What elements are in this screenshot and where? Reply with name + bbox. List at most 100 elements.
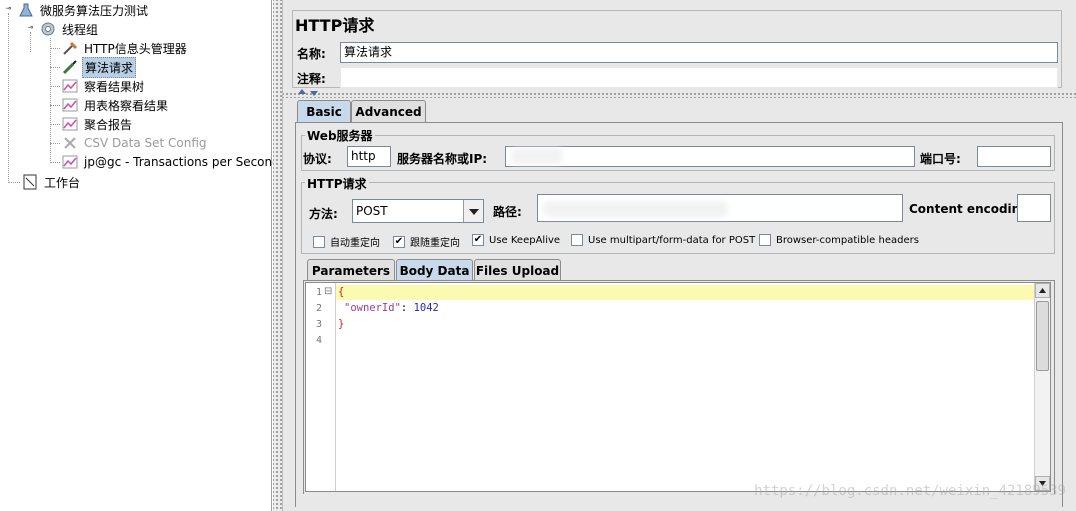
server-field[interactable]	[505, 146, 915, 167]
tree-connector	[50, 124, 60, 125]
collapse-down-icon[interactable]	[310, 91, 318, 96]
encoding-field[interactable]	[1017, 194, 1051, 222]
line-number: 3	[316, 319, 323, 330]
tree-connector	[50, 86, 60, 87]
checkbox-label: Use KeepAlive	[489, 234, 561, 246]
http-request-title: HTTP请求	[305, 175, 369, 192]
port-field[interactable]	[977, 146, 1051, 167]
checkbox-label: 跟随重定向	[410, 238, 460, 249]
body-data-editor[interactable]: 1 ⊟ 2 3 4 { "ownerId": 1042 }	[305, 282, 1051, 492]
name-label: 名称:	[297, 47, 326, 61]
checkbox-label: Use multipart/form-data for POST	[588, 234, 756, 246]
redacted-blur	[543, 201, 728, 217]
browser-headers-checkbox[interactable]: Browser-compatible headers	[759, 234, 919, 246]
tree-node-csv-config[interactable]: CSV Data Set Config	[62, 134, 209, 152]
json-key: "ownerId"	[344, 302, 401, 314]
follow-redirect-checkbox[interactable]: ✔ 跟随重定向	[393, 234, 460, 249]
tree-node-header-manager[interactable]: HTTP信息头管理器	[62, 39, 189, 57]
split-pane-divider[interactable]	[273, 0, 282, 511]
tree-connector	[50, 67, 60, 68]
redacted-blur	[511, 148, 563, 164]
line-number: 2	[316, 303, 323, 314]
name-field[interactable]: 算法请求	[340, 42, 1058, 63]
tree-connector	[50, 48, 60, 49]
tab-basic[interactable]: Basic	[297, 100, 351, 122]
tree-node-view-results-tree[interactable]: 察看结果树	[62, 77, 146, 95]
code-brace: }	[338, 318, 345, 330]
tree-node-workbench[interactable]: 工作台	[22, 173, 82, 191]
graph-listener-icon	[62, 78, 78, 94]
tree-connector	[8, 13, 9, 183]
tree-connector	[30, 32, 31, 52]
checkbox-box	[759, 234, 771, 246]
vertical-scrollbar[interactable]	[1034, 283, 1050, 491]
method-dropdown[interactable]: POST	[352, 199, 484, 223]
tree-node-http-sampler[interactable]: 算法请求	[62, 56, 137, 78]
graph-listener-icon	[62, 154, 78, 170]
tree-node-label: 用表格察看结果	[84, 98, 169, 113]
checkbox-box	[571, 234, 583, 246]
path-label: 路径:	[493, 205, 522, 219]
code-brace: {	[338, 286, 345, 298]
collapse-toggle-icon[interactable]: ⊸	[4, 5, 13, 14]
checkbox-box	[313, 235, 325, 248]
method-value: POST	[356, 204, 388, 218]
http-request-panel: HTTP请求 名称: 算法请求 注释: Basic Advanced Web服务…	[282, 0, 1076, 511]
chevron-down-icon[interactable]	[463, 200, 483, 222]
web-server-title: Web服务器	[305, 127, 375, 144]
auto-redirect-checkbox[interactable]: 自动重定向	[313, 234, 380, 249]
current-line-highlight	[336, 285, 1034, 300]
tree-connector	[50, 143, 60, 144]
tree-node-label: 线程组	[62, 22, 99, 37]
protocol-label: 协议:	[303, 152, 332, 166]
tab-parameters[interactable]: Parameters	[307, 259, 395, 281]
tab-body-data[interactable]: Body Data	[396, 259, 473, 281]
tree-node-root[interactable]: 微服务算法压力测试	[18, 1, 150, 19]
tab-advanced[interactable]: Advanced	[351, 100, 426, 122]
tree-node-label: 微服务算法压力测试	[40, 3, 149, 18]
tree-node-tps-listener[interactable]: jp@gc - Transactions per Second	[62, 153, 282, 171]
keepalive-checkbox[interactable]: ✔ Use KeepAlive	[472, 234, 560, 246]
tree-connector	[50, 105, 60, 106]
checkbox-label: Browser-compatible headers	[776, 234, 919, 246]
comment-field[interactable]	[340, 67, 1058, 88]
tree-node-aggregate-report[interactable]: 聚合报告	[62, 115, 134, 133]
flask-testplan-icon	[18, 2, 34, 18]
scissors-config-icon	[62, 135, 78, 151]
fold-icon[interactable]: ⊟	[324, 286, 332, 297]
encoding-label: Content encoding:	[909, 202, 1034, 216]
line-number: 1	[316, 287, 323, 298]
wrench-icon	[62, 40, 78, 56]
protocol-field[interactable]: http	[347, 146, 391, 167]
tab-files-upload[interactable]: Files Upload	[474, 259, 561, 281]
tree-node-label: 察看结果树	[84, 79, 145, 94]
comment-label: 注释:	[297, 72, 326, 86]
tree-node-thread-group[interactable]: 线程组	[40, 20, 100, 38]
workbench-icon	[22, 174, 38, 190]
pipette-sampler-icon	[62, 59, 78, 75]
checkbox-label: 自动重定向	[330, 238, 380, 249]
collapse-toggle-icon[interactable]: ⊸	[26, 24, 35, 33]
watermark: https://blog.csdn.net/weixin_42189539	[754, 483, 1066, 499]
scroll-up-icon[interactable]	[1035, 283, 1050, 298]
json-colon: :	[400, 302, 414, 314]
tree-node-label: CSV Data Set Config	[84, 136, 207, 150]
gear-icon	[40, 21, 56, 37]
expand-up-icon[interactable]	[298, 89, 306, 94]
server-label: 服务器名称或IP:	[397, 152, 488, 166]
page-title: HTTP请求	[295, 16, 375, 35]
panel-divider[interactable]	[283, 91, 1076, 98]
check-icon: ✔	[472, 234, 484, 246]
method-label: 方法:	[309, 207, 338, 221]
tree-node-view-results-table[interactable]: 用表格察看结果	[62, 96, 170, 114]
tree-node-label: HTTP信息头管理器	[84, 41, 187, 56]
line-number: 4	[316, 335, 323, 346]
graph-listener-icon	[62, 97, 78, 113]
tree-connector	[8, 182, 20, 183]
test-plan-tree[interactable]: ⊸ 微服务算法压力测试 ⊸ 线程组 HTTP信息头管理器 算法请求 察看结果树	[0, 0, 280, 511]
scroll-thumb[interactable]	[1036, 301, 1049, 371]
tree-node-label: 工作台	[44, 175, 81, 190]
multipart-checkbox[interactable]: Use multipart/form-data for POST	[571, 234, 755, 246]
line-number-gutter: 1 ⊟ 2 3 4	[306, 283, 336, 491]
check-icon: ✔	[393, 235, 405, 248]
